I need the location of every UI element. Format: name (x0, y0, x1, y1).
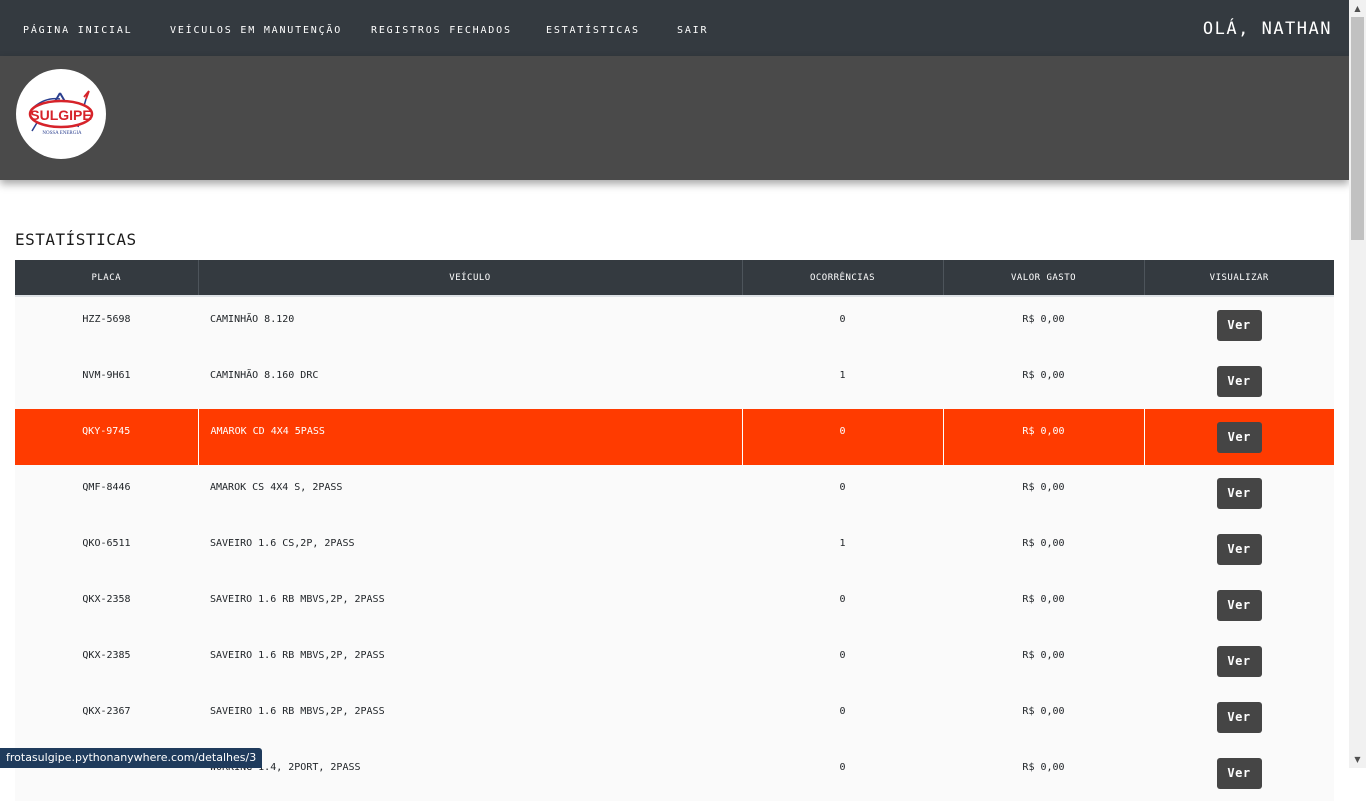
scrollbar-thumb[interactable] (1351, 17, 1364, 240)
scroll-down-arrow-icon[interactable]: ▼ (1349, 751, 1366, 768)
nav-link-registros-fechados[interactable]: REGISTROS FECHADOS (371, 0, 512, 56)
ver-button[interactable]: Ver (1216, 646, 1262, 677)
nav-link-veiculos-em-manutencao[interactable]: VEÍCULOS EM MANUTENÇÃO (170, 0, 342, 56)
logo-tagline: NOSSA ENERGIA (42, 131, 82, 136)
cell-valor-gasto: R$ 0,00 (1022, 594, 1065, 605)
cell-veiculo: WORKING 1.4, 2PORT, 2PASS (210, 762, 361, 773)
header-valor-gasto: VALOR GASTO (943, 260, 1145, 297)
cell-veiculo: CAMINHÃO 8.160 DRC (210, 370, 319, 381)
cell-ocorrencias: 0 (839, 706, 846, 717)
cell-ocorrencias: 0 (839, 426, 846, 437)
table-row-highlighted: QKY-9745 AMAROK CD 4X4 5PASS 0 R$ 0,00 V… (15, 409, 1334, 465)
cell-valor-gasto: R$ 0,00 (1022, 706, 1065, 717)
nav-link-pagina-inicial[interactable]: PÁGINA INICIAL (23, 0, 133, 56)
table-row: QMF-8446 AMAROK CS 4X4 S, 2PASS 0 R$ 0,0… (15, 465, 1334, 521)
page-title: ESTATÍSTICAS (15, 230, 137, 249)
sulgipe-logo-graphic: SULGIPE NOSSA ENERGIA (28, 90, 94, 136)
cell-placa: QKX-2367 (82, 706, 131, 717)
scroll-up-arrow-icon[interactable]: ▲ (1349, 0, 1366, 17)
cell-ocorrencias: 0 (839, 594, 846, 605)
statistics-table: PLACA VEÍCULO OCORRÊNCIAS VALOR GASTO VI… (15, 260, 1334, 801)
cell-ocorrencias: 0 (839, 762, 846, 773)
ver-button[interactable]: Ver (1216, 478, 1262, 509)
cell-valor-gasto: R$ 0,00 (1022, 762, 1065, 773)
cell-veiculo: AMAROK CS 4X4 S, 2PASS (210, 482, 343, 493)
cell-placa: QKX-2385 (82, 650, 131, 661)
ver-button[interactable]: Ver (1216, 590, 1262, 621)
cell-placa: QKO-6511 (82, 538, 131, 549)
cell-ocorrencias: 0 (839, 482, 846, 493)
ver-button[interactable]: Ver (1216, 702, 1262, 733)
nav-link-estatisticas[interactable]: ESTATÍSTICAS (546, 0, 640, 56)
cell-veiculo: SAVEIRO 1.6 RB MBVS,2P, 2PASS (210, 650, 385, 661)
cell-ocorrencias: 1 (839, 538, 846, 549)
cell-veiculo: SAVEIRO 1.6 RB MBVS,2P, 2PASS (210, 594, 385, 605)
table-row: HZZ-5698 CAMINHÃO 8.120 0 R$ 0,00 Ver (15, 296, 1334, 353)
cell-placa: QMF-8446 (82, 482, 131, 493)
user-greeting: OLÁ, NATHAN (1202, 19, 1332, 39)
table-row: QKX-2367 SAVEIRO 1.6 RB MBVS,2P, 2PASS 0… (15, 689, 1334, 745)
cell-ocorrencias: 0 (839, 650, 846, 661)
vertical-scrollbar[interactable]: ▲ ▼ (1349, 0, 1366, 768)
cell-placa: QKX-2358 (82, 594, 131, 605)
cell-valor-gasto: R$ 0,00 (1022, 314, 1065, 325)
ver-button[interactable]: Ver (1216, 310, 1262, 341)
header-placa: PLACA (15, 260, 199, 297)
top-navbar: PÁGINA INICIAL VEÍCULOS EM MANUTENÇÃO RE… (0, 0, 1349, 56)
cell-ocorrencias: 0 (839, 314, 846, 325)
cell-valor-gasto: R$ 0,00 (1022, 650, 1065, 661)
header-ocorrencias: OCORRÊNCIAS (742, 260, 944, 297)
cell-valor-gasto: R$ 0,00 (1022, 426, 1065, 437)
header-veiculo: VEÍCULO (198, 260, 743, 297)
cell-valor-gasto: R$ 0,00 (1022, 538, 1065, 549)
table-row: QKO-6511 SAVEIRO 1.6 CS,2P, 2PASS 1 R$ 0… (15, 521, 1334, 577)
table-header-row: PLACA VEÍCULO OCORRÊNCIAS VALOR GASTO VI… (15, 260, 1334, 297)
logo-wordmark: SULGIPE (30, 107, 91, 123)
cell-veiculo: CAMINHÃO 8.120 (210, 314, 295, 325)
ver-button[interactable]: Ver (1216, 758, 1262, 789)
ver-button[interactable]: Ver (1216, 366, 1262, 397)
ver-button[interactable]: Ver (1216, 422, 1262, 453)
cell-valor-gasto: R$ 0,00 (1022, 370, 1065, 381)
cell-veiculo: SAVEIRO 1.6 RB MBVS,2P, 2PASS (210, 706, 385, 717)
browser-status-bar: frotasulgipe.pythonanywhere.com/detalhes… (0, 748, 263, 768)
cell-placa: QKY-9745 (82, 426, 131, 437)
ver-button[interactable]: Ver (1216, 534, 1262, 565)
cell-placa: HZZ-5698 (82, 314, 131, 325)
cell-placa: NVM-9H61 (82, 370, 131, 381)
header-visualizar: VISUALIZAR (1144, 260, 1334, 297)
company-logo[interactable]: SULGIPE NOSSA ENERGIA (16, 69, 106, 159)
table-row: QKX-2358 SAVEIRO 1.6 RB MBVS,2P, 2PASS 0… (15, 577, 1334, 633)
nav-link-sair[interactable]: SAIR (677, 0, 708, 56)
header-banner: SULGIPE NOSSA ENERGIA (0, 56, 1349, 180)
table-row: QKX-2385 SAVEIRO 1.6 RB MBVS,2P, 2PASS 0… (15, 633, 1334, 689)
cell-veiculo: AMAROK CD 4X4 5PASS (210, 426, 325, 437)
cell-valor-gasto: R$ 0,00 (1022, 482, 1065, 493)
table-row: NVM-9H61 CAMINHÃO 8.160 DRC 1 R$ 0,00 Ve… (15, 353, 1334, 409)
cell-ocorrencias: 1 (839, 370, 846, 381)
cell-veiculo: SAVEIRO 1.6 CS,2P, 2PASS (210, 538, 355, 549)
